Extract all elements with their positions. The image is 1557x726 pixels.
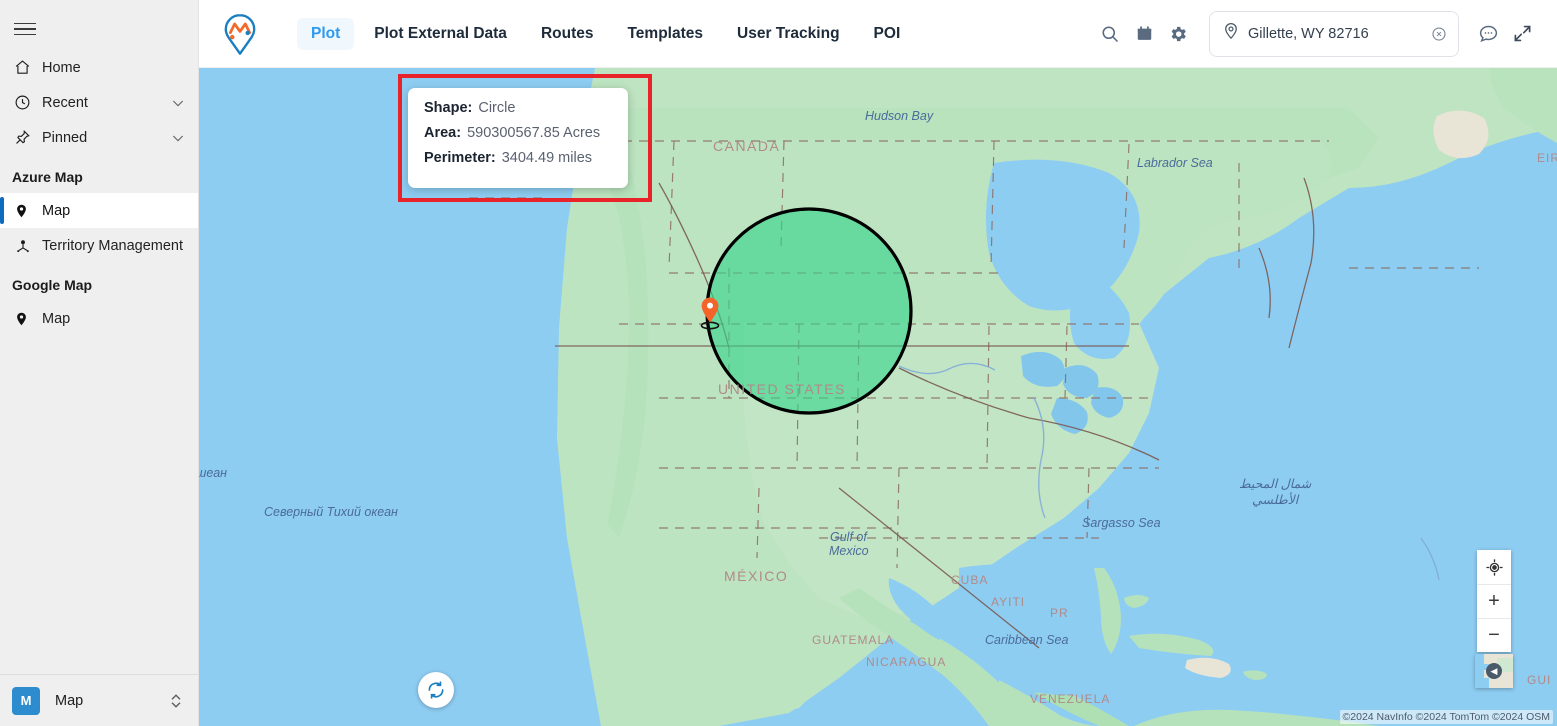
app-root: Home Recent Pinned Azure Map Map Territo… bbox=[0, 0, 1557, 726]
sidebar-item-label: Recent bbox=[42, 94, 88, 111]
shape-label: Shape: bbox=[424, 100, 473, 116]
shape-value: Circle bbox=[478, 100, 516, 116]
calendar-icon[interactable] bbox=[1127, 17, 1161, 51]
sidebar-item-google-map[interactable]: Map bbox=[0, 301, 198, 336]
search-input-value[interactable]: Gillette, WY 82716 bbox=[1248, 26, 1422, 42]
zoom-out-button[interactable]: − bbox=[1477, 618, 1511, 652]
chevron-down-icon[interactable] bbox=[170, 130, 186, 146]
chat-bubble-icon[interactable] bbox=[1471, 17, 1505, 51]
tab-templates[interactable]: Templates bbox=[613, 18, 717, 50]
perimeter-value: 3404.49 miles bbox=[501, 150, 593, 166]
sidebar-item-label: Map bbox=[42, 310, 71, 327]
sidebar-item-pinned[interactable]: Pinned bbox=[0, 120, 198, 155]
sidebar-item-label: Territory Management bbox=[42, 237, 184, 254]
map-attribution: ©2024 NavInfo ©2024 TomTom ©2024 OSM bbox=[1339, 710, 1553, 724]
area-value: 590300567.85 Acres bbox=[467, 125, 601, 141]
perimeter-label: Perimeter: bbox=[424, 150, 496, 166]
sidebar-group-title-google: Google Map bbox=[12, 277, 93, 293]
gear-icon[interactable] bbox=[1161, 17, 1195, 51]
main-area: Plot Plot External Data Routes Templates… bbox=[199, 0, 1557, 726]
minimap-toggle[interactable]: ◀ bbox=[1475, 654, 1513, 688]
sidebar: Home Recent Pinned Azure Map Map Territo… bbox=[0, 0, 199, 726]
tab-routes[interactable]: Routes bbox=[527, 18, 608, 50]
sidebar-item-label: Map bbox=[42, 202, 71, 219]
pin-icon bbox=[14, 128, 38, 148]
tab-plot-external-data[interactable]: Plot External Data bbox=[360, 18, 521, 50]
expand-arrows-icon[interactable] bbox=[1505, 17, 1539, 51]
chevron-down-icon[interactable] bbox=[170, 95, 186, 111]
avatar: M bbox=[12, 686, 40, 715]
sidebar-group-title-azure: Azure Map bbox=[12, 169, 83, 185]
search-input[interactable]: Gillette, WY 82716 bbox=[1209, 10, 1459, 57]
location-pin-icon bbox=[1222, 22, 1240, 45]
map-pin-logo[interactable] bbox=[211, 12, 269, 56]
clock-icon bbox=[14, 93, 38, 113]
account-name: Map bbox=[55, 692, 84, 709]
refresh-button[interactable] bbox=[418, 672, 454, 708]
sidebar-item-recent[interactable]: Recent bbox=[0, 85, 198, 120]
top-navigation-bar: Plot Plot External Data Routes Templates… bbox=[199, 0, 1557, 68]
sidebar-item-label: Pinned bbox=[42, 129, 88, 146]
zoom-in-button[interactable]: + bbox=[1477, 584, 1511, 618]
search-icon[interactable] bbox=[1093, 17, 1127, 51]
clear-circle-icon[interactable] bbox=[1430, 25, 1448, 43]
hamburger-menu-icon[interactable] bbox=[14, 14, 44, 44]
sidebar-item-home[interactable]: Home bbox=[0, 50, 198, 85]
tab-plot[interactable]: Plot bbox=[297, 17, 355, 50]
sidebar-item-label: Home bbox=[42, 59, 81, 76]
info-row-area: Area: 590300567.85 Acres bbox=[424, 125, 614, 141]
sidebar-item-azure-map[interactable]: Map bbox=[0, 193, 198, 228]
tab-user-tracking[interactable]: User Tracking bbox=[723, 18, 854, 50]
chevron-up-down-icon[interactable] bbox=[168, 691, 184, 711]
home-icon bbox=[14, 58, 38, 78]
map-canvas[interactable]: Hudson Bay CANADA Labrador Sea UNITED ST… bbox=[199, 68, 1557, 726]
shape-info-card: Shape: Circle Area: 590300567.85 Acres P… bbox=[408, 88, 628, 188]
territory-icon bbox=[14, 236, 38, 256]
info-row-shape: Shape: Circle bbox=[424, 100, 614, 116]
tab-poi[interactable]: POI bbox=[860, 18, 915, 50]
map-marker-pin[interactable] bbox=[699, 296, 721, 330]
nav-tabs: Plot Plot External Data Routes Templates… bbox=[297, 17, 915, 50]
basemap-graphic bbox=[199, 68, 1557, 726]
top-bar-actions: Gillette, WY 82716 bbox=[1093, 10, 1557, 57]
location-pin-icon bbox=[14, 309, 38, 329]
map-zoom-controls: + − bbox=[1477, 550, 1511, 652]
location-pin-icon bbox=[14, 201, 38, 221]
sidebar-account-row[interactable]: M Map bbox=[0, 674, 198, 726]
collapse-chevron-icon[interactable]: ◀ bbox=[1486, 663, 1502, 679]
area-label: Area: bbox=[424, 125, 462, 141]
sidebar-item-territory-management[interactable]: Territory Management bbox=[0, 228, 198, 263]
info-row-perimeter: Perimeter: 3404.49 miles bbox=[424, 150, 614, 166]
locate-me-icon[interactable] bbox=[1477, 550, 1511, 584]
